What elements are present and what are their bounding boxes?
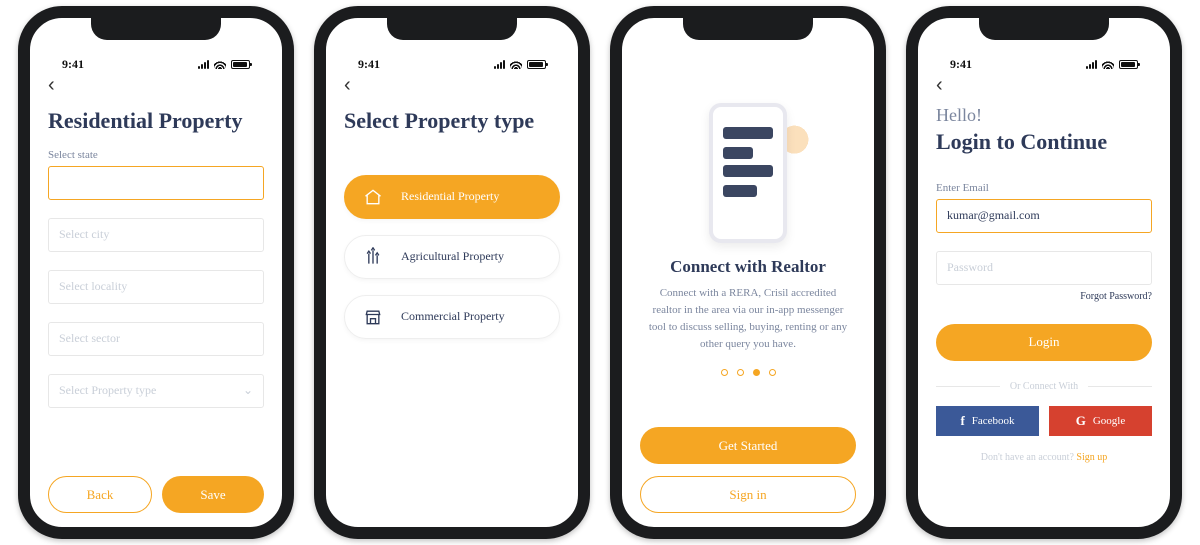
wifi-icon [214, 59, 226, 69]
facebook-button[interactable]: f Facebook [936, 406, 1039, 436]
battery-icon [527, 60, 546, 69]
battery-icon [231, 60, 250, 69]
facebook-icon: f [960, 413, 964, 429]
option-label: Commercial Property [401, 309, 505, 324]
back-button[interactable]: Back [48, 476, 152, 513]
back-icon[interactable]: ‹ [936, 75, 1152, 95]
get-started-button[interactable]: Get Started [640, 427, 856, 464]
signup-link[interactable]: Sign up [1076, 452, 1107, 463]
status-time: 9:41 [950, 57, 972, 72]
option-label: Agricultural Property [401, 249, 504, 264]
page-title: Residential Property [48, 107, 264, 135]
onboarding-body: Connect with a RERA, Crisil accredited r… [640, 285, 856, 353]
back-icon[interactable]: ‹ [344, 75, 560, 95]
page-title: Select Property type [344, 107, 560, 135]
login-button[interactable]: Login [936, 324, 1152, 361]
signal-icon [494, 59, 505, 69]
forgot-password-link[interactable]: Forgot Password? [936, 291, 1152, 302]
sign-in-button[interactable]: Sign in [640, 476, 856, 513]
status-time: 9:41 [62, 57, 84, 72]
status-time: 9:41 [358, 57, 380, 72]
signal-icon [1086, 59, 1097, 69]
store-icon [363, 307, 383, 327]
sector-input[interactable]: Select sector [48, 322, 264, 356]
option-label: Residential Property [401, 189, 499, 204]
onboarding-illustration [632, 78, 864, 243]
property-type-select[interactable]: Select Property type ⌄ [48, 374, 264, 408]
status-bar: 9:41 [936, 48, 1152, 74]
signup-prompt: Don't have an account? Sign up [936, 452, 1152, 463]
or-divider: Or Connect With [936, 381, 1152, 392]
crop-icon [363, 247, 383, 267]
battery-icon [1119, 60, 1138, 69]
back-icon[interactable]: ‹ [48, 75, 264, 95]
wifi-icon [1102, 59, 1114, 69]
status-bar: 9:41 [344, 48, 560, 74]
locality-input[interactable]: Select locality [48, 270, 264, 304]
state-input[interactable] [48, 166, 264, 200]
email-input[interactable]: kumar@gmail.com [936, 199, 1152, 233]
option-commercial[interactable]: Commercial Property [344, 295, 560, 339]
chevron-down-icon: ⌄ [243, 383, 253, 398]
greeting: Hello! [936, 105, 1152, 126]
wifi-icon [510, 59, 522, 69]
option-residential[interactable]: Residential Property [344, 175, 560, 219]
google-button[interactable]: G Google [1049, 406, 1152, 436]
password-input[interactable]: Password [936, 251, 1152, 285]
city-input[interactable]: Select city [48, 218, 264, 252]
house-icon [363, 187, 383, 207]
signal-icon [198, 59, 209, 69]
state-label: Select state [48, 149, 264, 161]
onboarding-title: Connect with Realtor [640, 257, 856, 277]
page-indicator [640, 369, 856, 376]
google-icon: G [1076, 413, 1086, 429]
option-agricultural[interactable]: Agricultural Property [344, 235, 560, 279]
page-title: Login to Continue [936, 128, 1152, 156]
status-bar: 9:41 [48, 48, 264, 74]
email-label: Enter Email [936, 182, 1152, 194]
save-button[interactable]: Save [162, 476, 264, 513]
